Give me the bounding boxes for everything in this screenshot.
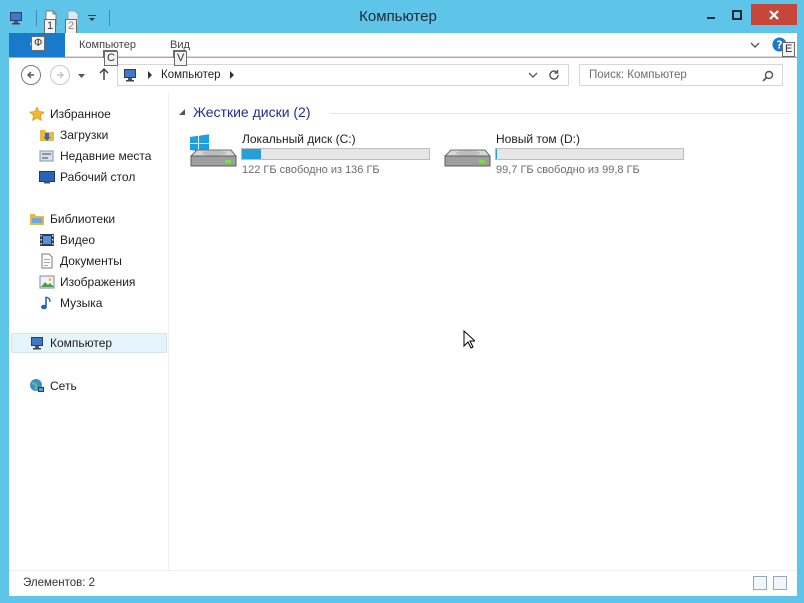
sidebar-item-label: Документы bbox=[60, 254, 122, 268]
minimize-button[interactable] bbox=[697, 4, 724, 25]
keytip-help: E bbox=[782, 42, 796, 57]
sidebar-item-videos[interactable]: Видео bbox=[39, 230, 95, 250]
title-bar[interactable]: 1 2 Компьютер bbox=[0, 0, 804, 34]
keytip-computer-tab: C bbox=[104, 51, 118, 66]
sidebar-item-music[interactable]: Музыка bbox=[39, 293, 102, 313]
sidebar-item-label: Загрузки bbox=[60, 128, 109, 142]
sidebar-item-favorites[interactable]: Избранное bbox=[29, 104, 111, 124]
drive-free-space: 99,7 ГБ свободно из 99,8 ГБ bbox=[496, 164, 640, 176]
sidebar-item-downloads[interactable]: Загрузки bbox=[39, 125, 108, 145]
maximize-icon bbox=[732, 9, 742, 20]
search-icon[interactable] bbox=[762, 70, 774, 82]
drive-item-c[interactable]: Локальный диск (C:) 122 ГБ свободно из 1… bbox=[188, 130, 433, 180]
sidebar-item-label: Библиотеки bbox=[50, 212, 116, 226]
keytip-view-tab: V bbox=[174, 51, 188, 66]
desktop-icon bbox=[39, 169, 55, 185]
libraries-icon bbox=[29, 211, 45, 227]
address-bar[interactable]: Компьютер bbox=[117, 64, 569, 86]
pictures-icon bbox=[39, 274, 55, 290]
file-view: Жесткие диски (2) Локальный диск (C:) 12… bbox=[170, 92, 797, 570]
status-bar: Элементов: 2 bbox=[9, 570, 797, 596]
downloads-folder-icon bbox=[39, 127, 55, 143]
ribbon-tabs: Фл Ф Компьютер C Вид V ? E bbox=[9, 33, 797, 65]
large-icons-view-icon[interactable] bbox=[773, 576, 787, 590]
recent-locations-icon[interactable] bbox=[77, 72, 86, 80]
item-count: Элементов: 2 bbox=[23, 577, 96, 589]
view-switcher bbox=[753, 576, 787, 590]
maximize-button[interactable] bbox=[724, 4, 750, 25]
explorer-window: 1 2 Компьютер Фл Ф Компьютер C Вид V ? E bbox=[0, 0, 804, 603]
search-placeholder: Поиск: Компьютер bbox=[589, 69, 687, 81]
expand-ribbon-icon[interactable] bbox=[750, 40, 760, 50]
chevron-down-icon[interactable] bbox=[528, 71, 538, 79]
breadcrumb-computer[interactable]: Компьютер bbox=[161, 69, 221, 81]
sidebar-item-network[interactable]: Сеть bbox=[29, 376, 77, 396]
arrow-right-icon bbox=[57, 71, 64, 79]
drive-usage-bar bbox=[495, 148, 684, 160]
navigation-pane: Избранное Загрузки Недавние места Рабочи… bbox=[9, 92, 169, 570]
sidebar-item-libraries[interactable]: Библиотеки bbox=[29, 209, 115, 229]
sidebar-item-documents[interactable]: Документы bbox=[39, 251, 122, 271]
computer-icon bbox=[124, 69, 136, 82]
close-button[interactable] bbox=[751, 4, 797, 25]
drive-free-space: 122 ГБ свободно из 136 ГБ bbox=[242, 164, 380, 176]
chevron-right-icon[interactable] bbox=[229, 71, 235, 79]
star-icon bbox=[29, 106, 45, 122]
details-view-icon[interactable] bbox=[753, 576, 767, 590]
sidebar-item-label: Видео bbox=[60, 233, 96, 247]
mouse-pointer-icon bbox=[463, 330, 475, 349]
recent-places-icon bbox=[39, 148, 55, 164]
refresh-icon[interactable] bbox=[548, 69, 560, 81]
forward-button[interactable] bbox=[50, 65, 70, 85]
drive-item-d[interactable]: Новый том (D:) 99,7 ГБ свободно из 99,8 … bbox=[442, 130, 687, 180]
sidebar-item-recent-places[interactable]: Недавние места bbox=[39, 146, 151, 166]
sidebar-item-label: Рабочий стол bbox=[60, 170, 136, 184]
arrow-up-icon[interactable] bbox=[98, 67, 110, 81]
music-note-icon bbox=[39, 295, 55, 311]
documents-icon bbox=[39, 253, 55, 269]
drive-name: Новый том (D:) bbox=[496, 132, 580, 146]
drive-usage-bar bbox=[241, 148, 430, 160]
back-button[interactable] bbox=[21, 65, 41, 85]
sidebar-item-desktop[interactable]: Рабочий стол bbox=[39, 167, 135, 187]
computer-icon bbox=[29, 335, 45, 351]
drive-name: Локальный диск (C:) bbox=[242, 132, 356, 146]
content-area: Избранное Загрузки Недавние места Рабочи… bbox=[9, 92, 797, 570]
group-header-hard-drives[interactable]: Жесткие диски (2) bbox=[178, 104, 311, 120]
arrow-left-icon bbox=[27, 71, 34, 79]
windows-drive-icon bbox=[190, 134, 237, 167]
search-input[interactable]: Поиск: Компьютер bbox=[579, 64, 783, 86]
sidebar-item-pictures[interactable]: Изображения bbox=[39, 272, 135, 292]
minimize-icon bbox=[706, 16, 715, 19]
group-title: Жесткие диски (2) bbox=[193, 104, 311, 120]
sidebar-item-label: Избранное bbox=[50, 107, 111, 121]
group-divider bbox=[330, 113, 790, 114]
chevron-right-icon[interactable] bbox=[147, 71, 153, 79]
navigation-bar: Компьютер Поиск: Компьютер bbox=[9, 58, 797, 92]
network-icon bbox=[29, 378, 45, 394]
sidebar-item-label: Музыка bbox=[60, 296, 103, 310]
keytip-file: Ф bbox=[31, 36, 46, 51]
sidebar-item-label: Сеть bbox=[50, 379, 77, 393]
sidebar-item-label: Недавние места bbox=[60, 149, 152, 163]
sidebar-item-computer[interactable]: Компьютер bbox=[11, 333, 167, 353]
sidebar-item-label: Компьютер bbox=[50, 336, 113, 350]
window-title: Компьютер bbox=[359, 8, 437, 25]
drive-usage-fill bbox=[242, 149, 262, 159]
close-icon bbox=[769, 9, 779, 20]
hard-drive-icon bbox=[444, 149, 491, 167]
video-icon bbox=[39, 232, 55, 248]
sidebar-item-label: Изображения bbox=[60, 275, 136, 289]
collapse-group-icon[interactable] bbox=[178, 108, 186, 116]
